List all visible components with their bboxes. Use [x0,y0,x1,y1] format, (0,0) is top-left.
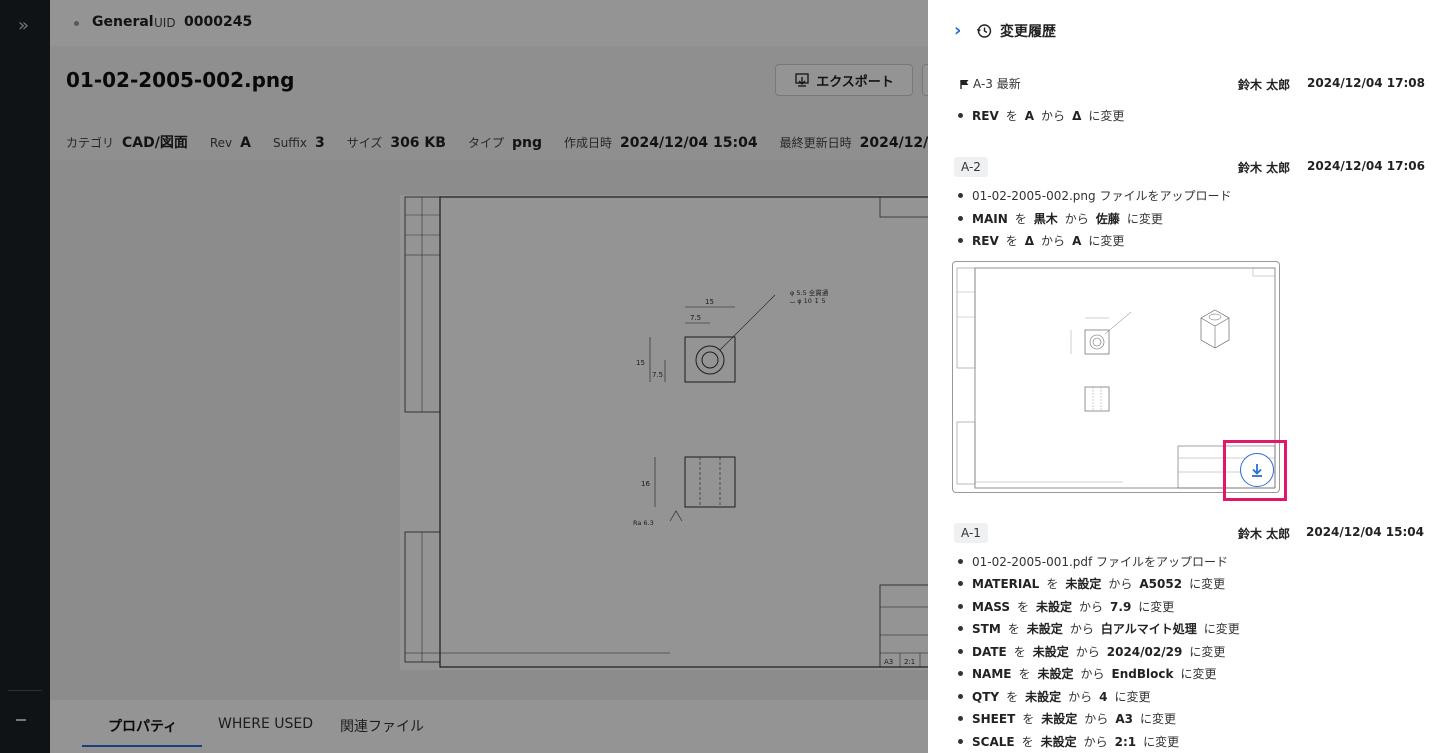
chevron-right-icon[interactable]: › [954,20,968,41]
list-item: 01-02-2005-001.pdf ファイルをアップロード [958,553,1228,570]
modal-backdrop[interactable] [0,0,928,753]
timestamp: 2024/12/04 17:06 [1307,159,1425,173]
author-name: 鈴木 太郎 [1238,78,1291,92]
revision-label: A-3 最新 [973,77,1021,91]
revision-tag: A-3 最新 [960,75,1021,92]
list-item: QTY を未設定 から 4 に変更 [958,688,1158,705]
author-name: 鈴木 太郎 [1238,161,1291,175]
upload-text: 01-02-2005-002.png ファイルをアップロード [972,189,1232,203]
timestamp: 2024/12/04 17:08 [1307,76,1425,90]
list-item: MASS を未設定 から 7.9 に変更 [958,598,1181,615]
flag-icon [960,79,969,89]
highlight-box [1223,440,1287,501]
list-item: STM を未設定 から 白アルマイト処理 に変更 [958,620,1247,637]
revision-label: A-2 [954,157,988,177]
history-panel: › 変更履歴 A-3 最新 鈴木 太郎 2024/12/04 17:08 REV… [928,0,1440,753]
history-icon [976,23,992,38]
list-item: NAME を未設定 から EndBlock に変更 [958,665,1223,682]
list-item: MATERIAL を未設定 から A5052 に変更 [958,575,1232,592]
panel-title: 変更履歴 [1000,23,1056,40]
list-item: REV を Δ から A に変更 [958,232,1131,249]
list-item: SCALE を未設定 から 2:1 に変更 [958,733,1186,750]
author-name: 鈴木 太郎 [1238,527,1291,541]
list-item: REV を A から Δ に変更 [958,107,1131,124]
timestamp: 2024/12/04 15:04 [1306,525,1424,539]
list-item: DATE を未設定 から 2024/02/29 に変更 [958,643,1232,660]
list-item: SHEET を未設定 から A3 に変更 [958,710,1183,727]
panel-header: › 変更履歴 [954,20,1056,41]
upload-text: 01-02-2005-001.pdf ファイルをアップロード [972,555,1229,569]
list-item: MAIN を黒木 から 佐藤 に変更 [958,210,1170,227]
revision-label: A-1 [954,523,988,543]
list-item: 01-02-2005-002.png ファイルをアップロード [958,187,1231,204]
